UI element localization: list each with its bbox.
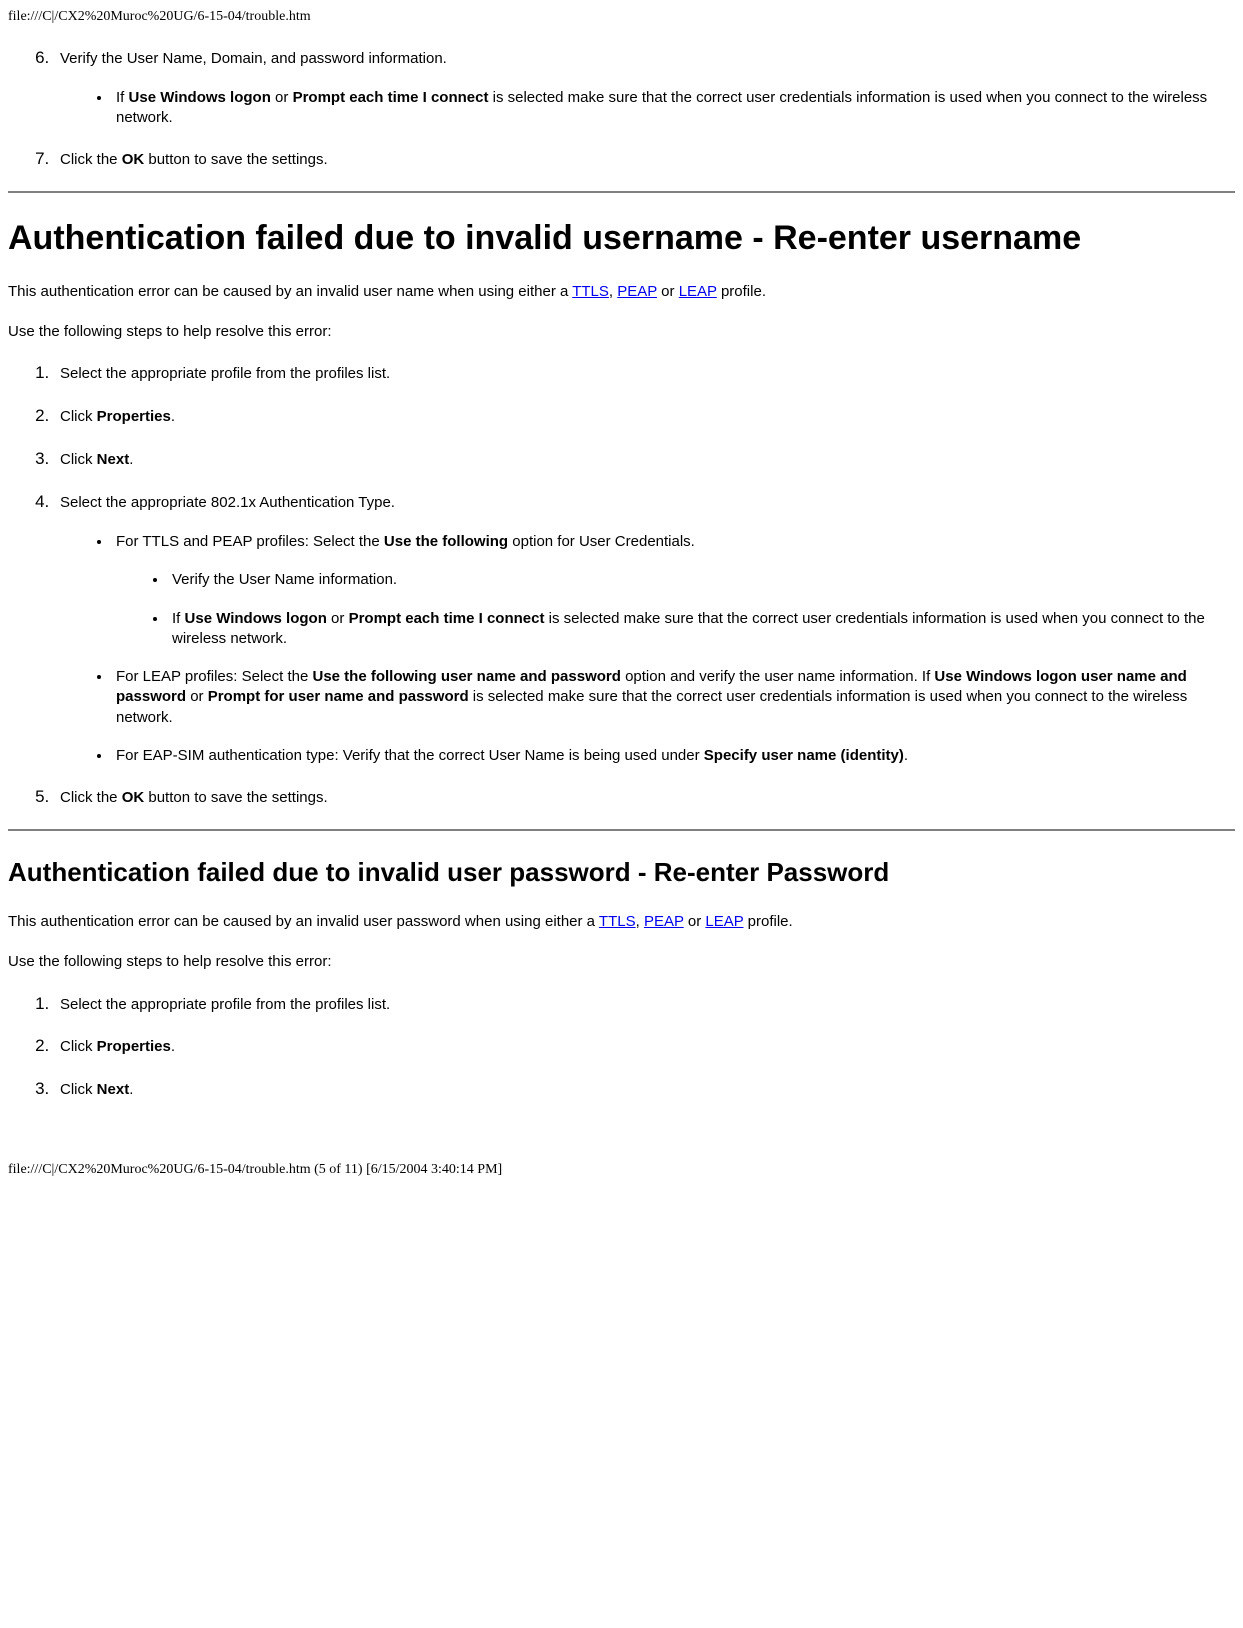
paragraph: Use the following steps to help resolve …: [8, 322, 1235, 342]
link-ttls[interactable]: TTLS: [572, 283, 609, 300]
txt: Select the appropriate 802.1x Authentica…: [60, 494, 395, 511]
txt: profile.: [717, 283, 766, 300]
bold: Prompt each time I connect: [293, 89, 489, 106]
txt: For EAP-SIM authentication type: Verify …: [116, 747, 704, 764]
sub-list: If Use Windows logon or Prompt each time…: [60, 88, 1235, 129]
link-peap[interactable]: PEAP: [644, 913, 684, 930]
list-item: If Use Windows logon or Prompt each time…: [168, 609, 1235, 650]
divider: [8, 829, 1235, 831]
txt: For LEAP profiles: Select the: [116, 668, 313, 685]
section-heading-username: Authentication failed due to invalid use…: [8, 217, 1235, 260]
txt: .: [129, 1081, 133, 1098]
bold: Properties: [97, 1038, 171, 1055]
link-leap[interactable]: LEAP: [679, 283, 717, 300]
list-item: Verify the User Name, Domain, and passwo…: [54, 47, 1235, 128]
bold: Use the following user name and password: [313, 668, 621, 685]
link-ttls[interactable]: TTLS: [599, 913, 636, 930]
txt: profile.: [743, 913, 792, 930]
txt: option for User Credentials.: [508, 533, 695, 550]
txt: button to save the settings.: [144, 789, 327, 806]
list-item: Click the OK button to save the settings…: [54, 786, 1235, 809]
list-item: Select the appropriate profile from the …: [54, 362, 1235, 385]
list-item: Click Properties.: [54, 405, 1235, 428]
paragraph: This authentication error can be caused …: [8, 912, 1235, 932]
txt: Select the appropriate profile from the …: [60, 365, 390, 382]
link-leap[interactable]: LEAP: [705, 913, 743, 930]
bold: Use the following: [384, 533, 508, 550]
txt: Click the: [60, 789, 122, 806]
list-item: Click Next.: [54, 448, 1235, 471]
txt: or: [657, 283, 679, 300]
bold: Use Windows logon: [129, 89, 271, 106]
txt: or: [327, 610, 349, 627]
txt: .: [171, 408, 175, 425]
bold: OK: [122, 789, 145, 806]
txt: .: [904, 747, 908, 764]
list-item: Click Next.: [54, 1078, 1235, 1101]
list-item: Click Properties.: [54, 1035, 1235, 1058]
list-item: Select the appropriate profile from the …: [54, 993, 1235, 1016]
section-heading-password: Authentication failed due to invalid use…: [8, 855, 1235, 890]
bold: Prompt for user name and password: [208, 688, 469, 705]
txt: Click the: [60, 151, 122, 168]
link-peap[interactable]: PEAP: [617, 283, 657, 300]
txt: This authentication error can be caused …: [8, 283, 572, 300]
list-item: Select the appropriate 802.1x Authentica…: [54, 491, 1235, 766]
bold: Properties: [97, 408, 171, 425]
list-item: Click the OK button to save the settings…: [54, 148, 1235, 171]
top-ordered-list-b: Select the appropriate profile from the …: [8, 362, 1235, 809]
url-header: file:///C|/CX2%20Muroc%20UG/6-15-04/trou…: [8, 8, 1235, 27]
nested-list: Verify the User Name information. If Use…: [116, 570, 1235, 649]
divider: [8, 191, 1235, 193]
txt: Click: [60, 1081, 97, 1098]
txt: Click: [60, 1038, 97, 1055]
txt: or: [684, 913, 706, 930]
txt: .: [129, 451, 133, 468]
list-item: If Use Windows logon or Prompt each time…: [112, 88, 1235, 129]
txt: This authentication error can be caused …: [8, 913, 599, 930]
txt: If: [172, 610, 185, 627]
bold: OK: [122, 151, 145, 168]
bold: Specify user name (identity): [704, 747, 904, 764]
top-ordered-list-a: Verify the User Name, Domain, and passwo…: [8, 47, 1235, 171]
list-item: For LEAP profiles: Select the Use the fo…: [112, 667, 1235, 728]
list-item: For TTLS and PEAP profiles: Select the U…: [112, 532, 1235, 649]
bold: Next: [97, 451, 130, 468]
txt: If: [116, 89, 129, 106]
top-ordered-list-c: Select the appropriate profile from the …: [8, 993, 1235, 1102]
list-item: Verify the User Name information.: [168, 570, 1235, 590]
txt: ,: [636, 913, 644, 930]
sub-list: For TTLS and PEAP profiles: Select the U…: [60, 532, 1235, 766]
txt: Click: [60, 451, 97, 468]
txt: button to save the settings.: [144, 151, 327, 168]
bold: Use Windows logon: [185, 610, 327, 627]
page-footer: file:///C|/CX2%20Muroc%20UG/6-15-04/trou…: [8, 1161, 1235, 1180]
txt: or: [186, 688, 208, 705]
bold: Prompt each time I connect: [349, 610, 545, 627]
txt: option and verify the user name informat…: [621, 668, 935, 685]
list-item-text: Click the OK button to save the settings…: [60, 151, 328, 168]
txt: Select the appropriate profile from the …: [60, 996, 390, 1013]
txt: or: [271, 89, 293, 106]
paragraph: Use the following steps to help resolve …: [8, 952, 1235, 972]
list-item: For EAP-SIM authentication type: Verify …: [112, 746, 1235, 766]
txt: For TTLS and PEAP profiles: Select the: [116, 533, 384, 550]
list-item-text: Verify the User Name, Domain, and passwo…: [60, 50, 447, 67]
paragraph: This authentication error can be caused …: [8, 282, 1235, 302]
txt: Click: [60, 408, 97, 425]
bold: Next: [97, 1081, 130, 1098]
txt: .: [171, 1038, 175, 1055]
txt: ,: [609, 283, 617, 300]
